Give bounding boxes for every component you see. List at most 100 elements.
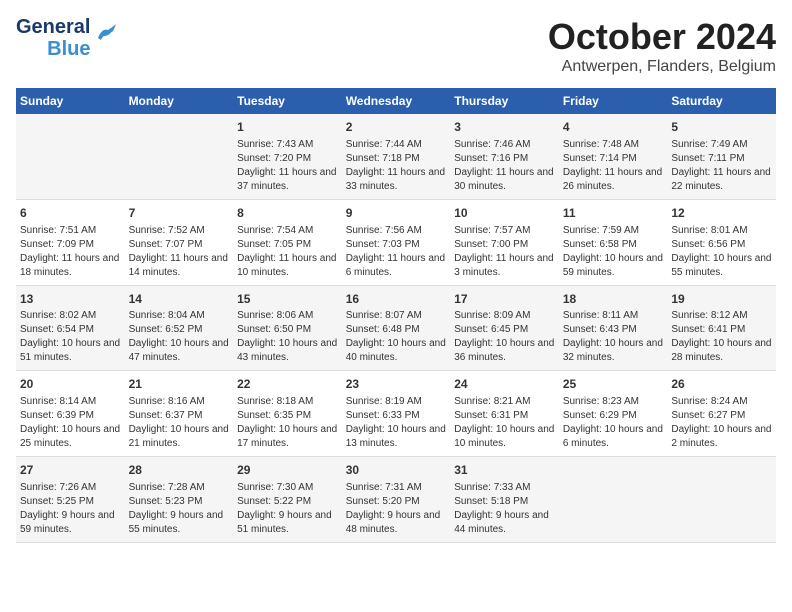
day-info: Sunrise: 7:56 AM Sunset: 7:03 PM Dayligh… xyxy=(346,224,447,280)
calendar-day-cell xyxy=(559,457,668,543)
day-number: 23 xyxy=(346,376,447,393)
day-number: 13 xyxy=(20,291,121,308)
calendar-day-cell: 28 Sunrise: 7:28 AM Sunset: 5:23 PM Dayli… xyxy=(125,457,234,543)
day-info: Sunrise: 7:44 AM Sunset: 7:18 PM Dayligh… xyxy=(346,138,447,194)
logo-line2: Blue xyxy=(47,38,90,60)
day-info: Sunrise: 7:52 AM Sunset: 7:07 PM Dayligh… xyxy=(129,224,230,280)
day-number: 29 xyxy=(237,462,338,479)
day-number: 30 xyxy=(346,462,447,479)
day-number: 11 xyxy=(563,205,664,222)
day-number: 31 xyxy=(454,462,555,479)
day-number: 14 xyxy=(129,291,230,308)
calendar-day-cell: 31 Sunrise: 7:33 AM Sunset: 5:18 PM Dayli… xyxy=(450,457,559,543)
calendar-day-cell: 4Sunrise: 7:48 AM Sunset: 7:14 PM Daylig… xyxy=(559,114,668,199)
calendar-day-cell: 27 Sunrise: 7:26 AM Sunset: 5:25 PM Dayli… xyxy=(16,457,125,543)
logo: General Blue xyxy=(16,16,116,60)
day-info: Sunrise: 7:26 AM Sunset: 5:25 PM Dayligh… xyxy=(20,481,121,537)
logo-bird-icon xyxy=(94,24,116,46)
day-number: 27 xyxy=(20,462,121,479)
calendar-day-cell: 18Sunrise: 8:11 AM Sunset: 6:43 PM Dayli… xyxy=(559,285,668,371)
day-number: 20 xyxy=(20,376,121,393)
day-info: Sunrise: 7:30 AM Sunset: 5:22 PM Dayligh… xyxy=(237,481,338,537)
day-info: Sunrise: 7:46 AM Sunset: 7:16 PM Dayligh… xyxy=(454,138,555,194)
day-number: 22 xyxy=(237,376,338,393)
calendar-day-cell: 12Sunrise: 8:01 AM Sunset: 6:56 PM Dayli… xyxy=(667,199,776,285)
weekday-header-cell: Wednesday xyxy=(342,88,451,114)
calendar-day-cell: 15Sunrise: 8:06 AM Sunset: 6:50 PM Dayli… xyxy=(233,285,342,371)
calendar-day-cell: 1Sunrise: 7:43 AM Sunset: 7:20 PM Daylig… xyxy=(233,114,342,199)
day-info: Sunrise: 8:07 AM Sunset: 6:48 PM Dayligh… xyxy=(346,309,447,365)
day-info: Sunrise: 8:01 AM Sunset: 6:56 PM Dayligh… xyxy=(671,224,772,280)
calendar-day-cell: 7 Sunrise: 7:52 AM Sunset: 7:07 PM Daylig… xyxy=(125,199,234,285)
calendar-day-cell: 13Sunrise: 8:02 AM Sunset: 6:54 PM Dayli… xyxy=(16,285,125,371)
day-info: Sunrise: 7:51 AM Sunset: 7:09 PM Dayligh… xyxy=(20,224,121,280)
day-info: Sunrise: 8:02 AM Sunset: 6:54 PM Dayligh… xyxy=(20,309,121,365)
day-info: Sunrise: 8:04 AM Sunset: 6:52 PM Dayligh… xyxy=(129,309,230,365)
day-number: 1 xyxy=(237,119,338,136)
day-info: Sunrise: 8:21 AM Sunset: 6:31 PM Dayligh… xyxy=(454,395,555,451)
calendar-day-cell xyxy=(667,457,776,543)
day-number: 6 xyxy=(20,205,121,222)
day-number: 15 xyxy=(237,291,338,308)
calendar-day-cell: 16Sunrise: 8:07 AM Sunset: 6:48 PM Dayli… xyxy=(342,285,451,371)
day-info: Sunrise: 8:06 AM Sunset: 6:50 PM Dayligh… xyxy=(237,309,338,365)
weekday-header-cell: Tuesday xyxy=(233,88,342,114)
day-info: Sunrise: 7:28 AM Sunset: 5:23 PM Dayligh… xyxy=(129,481,230,537)
calendar-day-cell: 3 Sunrise: 7:46 AM Sunset: 7:16 PM Daylig… xyxy=(450,114,559,199)
calendar-body: 1Sunrise: 7:43 AM Sunset: 7:20 PM Daylig… xyxy=(16,114,776,542)
day-info: Sunrise: 8:12 AM Sunset: 6:41 PM Dayligh… xyxy=(671,309,772,365)
header: General Blue October 2024 Antwerpen, Fla… xyxy=(16,16,776,76)
calendar-week-row: 13Sunrise: 8:02 AM Sunset: 6:54 PM Dayli… xyxy=(16,285,776,371)
calendar-day-cell: 8Sunrise: 7:54 AM Sunset: 7:05 PM Daylig… xyxy=(233,199,342,285)
day-info: Sunrise: 7:59 AM Sunset: 6:58 PM Dayligh… xyxy=(563,224,664,280)
day-info: Sunrise: 8:18 AM Sunset: 6:35 PM Dayligh… xyxy=(237,395,338,451)
day-info: Sunrise: 7:33 AM Sunset: 5:18 PM Dayligh… xyxy=(454,481,555,537)
weekday-header-cell: Saturday xyxy=(667,88,776,114)
calendar-day-cell: 26Sunrise: 8:24 AM Sunset: 6:27 PM Dayli… xyxy=(667,371,776,457)
calendar-week-row: 6 Sunrise: 7:51 AM Sunset: 7:09 PM Daylig… xyxy=(16,199,776,285)
weekday-header-row: SundayMondayTuesdayWednesdayThursdayFrid… xyxy=(16,88,776,114)
day-number: 24 xyxy=(454,376,555,393)
day-number: 21 xyxy=(129,376,230,393)
day-number: 2 xyxy=(346,119,447,136)
calendar-day-cell: 2 Sunrise: 7:44 AM Sunset: 7:18 PM Daylig… xyxy=(342,114,451,199)
calendar-day-cell: 17Sunrise: 8:09 AM Sunset: 6:45 PM Dayli… xyxy=(450,285,559,371)
day-number: 28 xyxy=(129,462,230,479)
day-number: 7 xyxy=(129,205,230,222)
day-number: 18 xyxy=(563,291,664,308)
day-info: Sunrise: 7:57 AM Sunset: 7:00 PM Dayligh… xyxy=(454,224,555,280)
calendar-day-cell: 9 Sunrise: 7:56 AM Sunset: 7:03 PM Daylig… xyxy=(342,199,451,285)
day-number: 8 xyxy=(237,205,338,222)
day-number: 3 xyxy=(454,119,555,136)
day-number: 10 xyxy=(454,205,555,222)
day-info: Sunrise: 8:09 AM Sunset: 6:45 PM Dayligh… xyxy=(454,309,555,365)
title-section: October 2024 Antwerpen, Flanders, Belgiu… xyxy=(548,16,776,76)
calendar-day-cell: 30Sunrise: 7:31 AM Sunset: 5:20 PM Dayli… xyxy=(342,457,451,543)
calendar-day-cell: 24 Sunrise: 8:21 AM Sunset: 6:31 PM Dayli… xyxy=(450,371,559,457)
day-number: 9 xyxy=(346,205,447,222)
weekday-header-cell: Friday xyxy=(559,88,668,114)
calendar-day-cell: 25Sunrise: 8:23 AM Sunset: 6:29 PM Dayli… xyxy=(559,371,668,457)
day-number: 17 xyxy=(454,291,555,308)
day-number: 19 xyxy=(671,291,772,308)
logo-line1: General xyxy=(16,16,90,38)
day-info: Sunrise: 8:16 AM Sunset: 6:37 PM Dayligh… xyxy=(129,395,230,451)
day-number: 25 xyxy=(563,376,664,393)
calendar-week-row: 1Sunrise: 7:43 AM Sunset: 7:20 PM Daylig… xyxy=(16,114,776,199)
calendar-day-cell: 19Sunrise: 8:12 AM Sunset: 6:41 PM Dayli… xyxy=(667,285,776,371)
calendar-day-cell xyxy=(16,114,125,199)
day-info: Sunrise: 7:48 AM Sunset: 7:14 PM Dayligh… xyxy=(563,138,664,194)
calendar-table: SundayMondayTuesdayWednesdayThursdayFrid… xyxy=(16,88,776,543)
calendar-day-cell: 29 Sunrise: 7:30 AM Sunset: 5:22 PM Dayli… xyxy=(233,457,342,543)
day-info: Sunrise: 8:11 AM Sunset: 6:43 PM Dayligh… xyxy=(563,309,664,365)
month-title: October 2024 xyxy=(548,16,776,58)
day-number: 16 xyxy=(346,291,447,308)
calendar-day-cell: 22 Sunrise: 8:18 AM Sunset: 6:35 PM Dayli… xyxy=(233,371,342,457)
calendar-week-row: 27 Sunrise: 7:26 AM Sunset: 5:25 PM Dayli… xyxy=(16,457,776,543)
location-title: Antwerpen, Flanders, Belgium xyxy=(548,58,776,76)
calendar-day-cell: 6 Sunrise: 7:51 AM Sunset: 7:09 PM Daylig… xyxy=(16,199,125,285)
calendar-week-row: 20 Sunrise: 8:14 AM Sunset: 6:39 PM Dayli… xyxy=(16,371,776,457)
day-number: 26 xyxy=(671,376,772,393)
day-info: Sunrise: 7:49 AM Sunset: 7:11 PM Dayligh… xyxy=(671,138,772,194)
day-info: Sunrise: 8:14 AM Sunset: 6:39 PM Dayligh… xyxy=(20,395,121,451)
